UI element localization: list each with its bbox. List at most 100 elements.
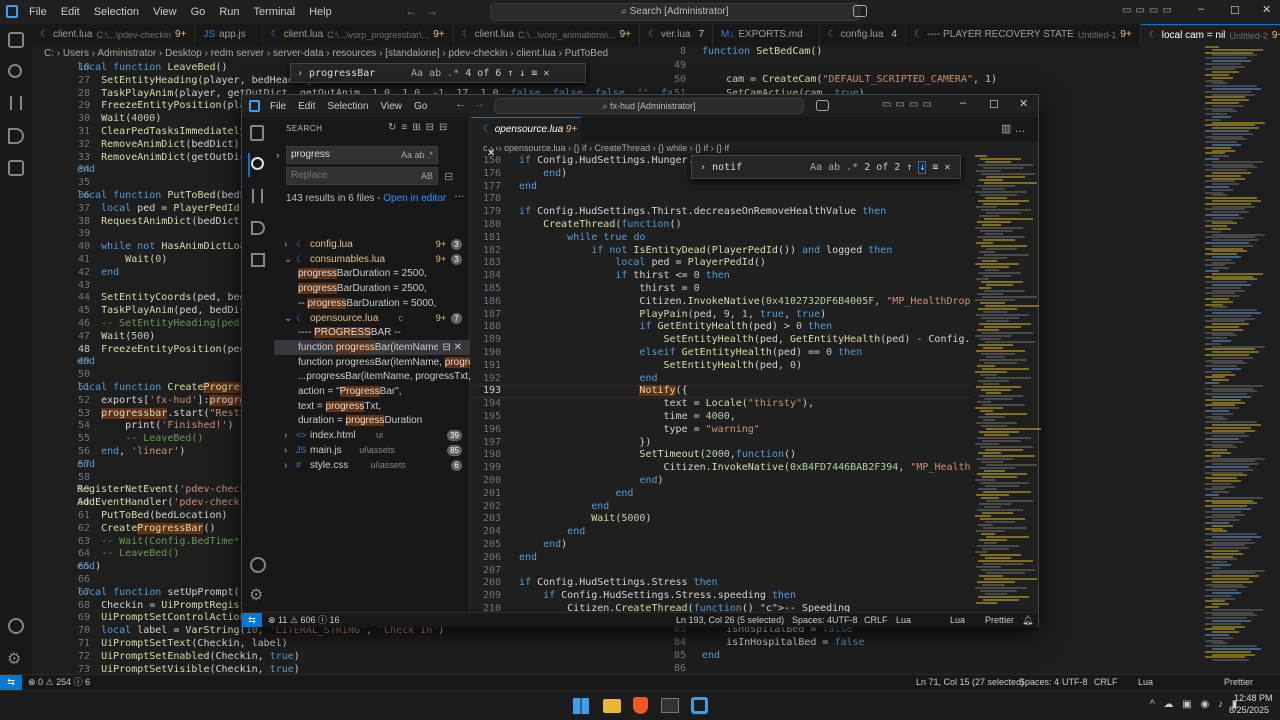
problems-indicator[interactable]: ⊗ 11 ⚠ 606 ⓘ 16 — [268, 613, 339, 627]
open-in-editor-link[interactable]: Open in editor — [383, 193, 446, 204]
find-next-icon[interactable]: ↓ — [519, 68, 525, 79]
tab-opensource-lua[interactable]: ☾ opensource.lua 9+ ✕ — [471, 117, 581, 159]
command-center-search[interactable]: ⌕ Search [Administrator] — [490, 3, 860, 21]
search-options-icon[interactable]: Aa ab .* — [401, 147, 433, 163]
search-result-match[interactable]: text = progressTxt, — [274, 399, 470, 414]
chevron-right-icon[interactable]: › — [284, 458, 287, 473]
terminal-icon[interactable] — [661, 698, 679, 713]
source-control-icon[interactable] — [10, 96, 22, 110]
run-debug-icon[interactable] — [8, 128, 24, 144]
editor-tab[interactable]: ☾ ver.lua 7 — [640, 24, 714, 46]
indentation[interactable]: Spaces: 4 — [792, 613, 832, 627]
eol[interactable]: CRLF — [1094, 675, 1118, 690]
front-menu-item-selection[interactable]: Selection — [321, 101, 374, 112]
find-next-icon[interactable]: ↓ — [918, 160, 927, 174]
file-explorer-icon[interactable] — [603, 699, 621, 713]
run-debug-icon[interactable] — [251, 221, 265, 235]
front-code-editor[interactable]: 150if Config.HudSettings.Hunger.decrease… — [471, 155, 971, 612]
prettier-status[interactable]: Prettier — [985, 613, 1014, 627]
search-result-file[interactable]: › ☾ config.lua 9+ 3 — [274, 237, 470, 252]
front-menu-item-view[interactable]: View — [375, 101, 409, 112]
front-menu-item-file[interactable]: File — [264, 101, 292, 112]
account-icon[interactable] — [250, 557, 266, 573]
encoding[interactable]: UTF-8 — [832, 613, 858, 627]
menu-item-go[interactable]: Go — [184, 6, 213, 18]
find-options-icon[interactable]: Aa ab .* — [810, 162, 858, 173]
windows-start-icon[interactable] — [573, 698, 589, 714]
preserve-case-icon[interactable]: AB — [421, 168, 433, 184]
layout-icons[interactable]: ▭▭▭▭ — [1122, 5, 1176, 16]
menu-item-file[interactable]: File — [22, 6, 54, 18]
find-close-icon[interactable]: ✕ — [944, 162, 950, 173]
split-editor-icon[interactable]: ▥ … — [1001, 122, 1025, 135]
brave-browser-icon[interactable] — [633, 697, 648, 714]
chevron-down-icon[interactable]: ⌄ — [284, 311, 292, 326]
menu-item-view[interactable]: View — [146, 6, 184, 18]
menu-item-terminal[interactable]: Terminal — [247, 6, 303, 18]
remote-indicator[interactable]: ⇆ — [242, 613, 262, 627]
problems-indicator[interactable]: ⊗ 0 ⚠ 254 ⓘ 6 — [28, 675, 90, 690]
search-result-match[interactable]: ---- PROGRESSBAR -- — [274, 325, 470, 340]
search-result-match[interactable]: duration = progressDuration — [274, 413, 470, 428]
breadcrumb[interactable]: C: › Users › Administrator › Desktop › r… — [32, 46, 672, 62]
find-input[interactable]: progressBar — [309, 68, 405, 79]
search-result-file[interactable]: › <> index.html ui 39 — [274, 428, 470, 443]
find-menu-icon[interactable]: ≡ — [932, 162, 938, 173]
minimize-button[interactable]: – — [960, 97, 966, 109]
extensions-icon[interactable] — [251, 253, 265, 267]
toggle-replace-icon[interactable]: › — [276, 150, 280, 162]
find-prev-icon[interactable]: ↑ — [507, 68, 513, 79]
menu-item-help[interactable]: Help — [302, 6, 339, 18]
eol[interactable]: CRLF — [864, 613, 888, 627]
search-input[interactable]: progress Aa ab .* — [286, 146, 438, 164]
cursor-position[interactable]: Ln 71, Col 15 (27 selected) — [916, 675, 1024, 690]
search-result-file[interactable]: › # style.css ui\assets 6 — [274, 458, 470, 473]
search-result-file[interactable]: ⌄ ☾ consumables.lua 9+ 3 — [274, 252, 470, 267]
menu-item-edit[interactable]: Edit — [54, 6, 87, 18]
editor-tab[interactable]: ☾ ---- PLAYER RECOVERY STATE Untitled-1 9+ — [906, 24, 1141, 46]
source-control-icon[interactable] — [252, 189, 263, 203]
layout-icons[interactable]: ▭▭▭▭ — [882, 99, 936, 110]
dismiss-result-icon[interactable]: ⊟ ✕ — [442, 340, 462, 355]
minimap[interactable] — [1205, 46, 1265, 674]
account-icon[interactable] — [8, 618, 24, 634]
search-result-match[interactable]: -- progressBarDuration = 5000, — [274, 296, 470, 311]
menu-item-selection[interactable]: Selection — [87, 6, 146, 18]
search-result-file[interactable]: › JS main.js ui\assets 85 — [274, 443, 470, 458]
forward-arrow-icon[interactable]: → — [426, 4, 438, 18]
chevron-right-icon[interactable]: › — [297, 68, 303, 79]
settings-gear-icon[interactable]: ⚙ — [249, 585, 263, 605]
editor-tab[interactable]: M↓ EXPORTS.md — [713, 24, 820, 46]
editor-tab[interactable]: ☾ client.lua C:\...\vorp_progressbar\... 9+ — [263, 24, 454, 46]
back-arrow-icon[interactable]: ← — [455, 98, 466, 110]
notifications-bell-icon[interactable]: 🔔︎ — [1022, 613, 1033, 627]
more-options-icon[interactable]: … — [454, 188, 465, 200]
chevron-right-icon[interactable]: › — [700, 162, 706, 173]
language-mode[interactable]: Lua — [1138, 675, 1153, 690]
editor-tab[interactable]: JS app.js — [195, 24, 263, 46]
cursor-position[interactable]: Ln 193, Col 26 (5 selected) — [676, 613, 784, 627]
clock-date[interactable]: 8/25/2025 — [1229, 705, 1269, 715]
search-result-match[interactable]: progressBarDuration = 2500, — [274, 281, 470, 296]
sidebar-actions-icons[interactable]: ↻≡⊞⊟⊟ — [388, 122, 452, 133]
back-arrow-icon[interactable]: ← — [405, 4, 417, 18]
front-breadcrumb[interactable]: c › ‹› opensource.lua › {} if › CreateTh… — [471, 141, 1038, 155]
find-options-icon[interactable]: Aa ab .* — [411, 68, 459, 79]
encoding[interactable]: UTF-8 — [1062, 675, 1088, 690]
search-result-match[interactable]: function progressBar(itemName, ... ⊟ ✕ — [274, 339, 470, 355]
language-mode[interactable]: Lua — [896, 613, 911, 627]
find-input[interactable]: notif — [712, 162, 804, 173]
copilot-icon[interactable] — [853, 5, 867, 17]
menu-item-run[interactable]: Run — [212, 6, 246, 18]
find-menu-icon[interactable]: ≡ — [531, 68, 537, 79]
chevron-down-icon[interactable]: ⌄ — [284, 252, 292, 267]
maximize-button[interactable]: ☐ — [1230, 4, 1240, 17]
find-close-icon[interactable]: ✕ — [543, 68, 549, 79]
maximize-button[interactable]: ☐ — [989, 98, 999, 111]
extensions-icon[interactable] — [8, 160, 24, 176]
forward-arrow-icon[interactable]: → — [474, 98, 485, 110]
explorer-icon[interactable] — [250, 125, 264, 141]
remote-indicator[interactable]: ⇆ — [0, 675, 22, 690]
close-button[interactable]: ✕ — [1262, 3, 1271, 16]
lua-extension-status[interactable]: Lua — [950, 613, 965, 627]
